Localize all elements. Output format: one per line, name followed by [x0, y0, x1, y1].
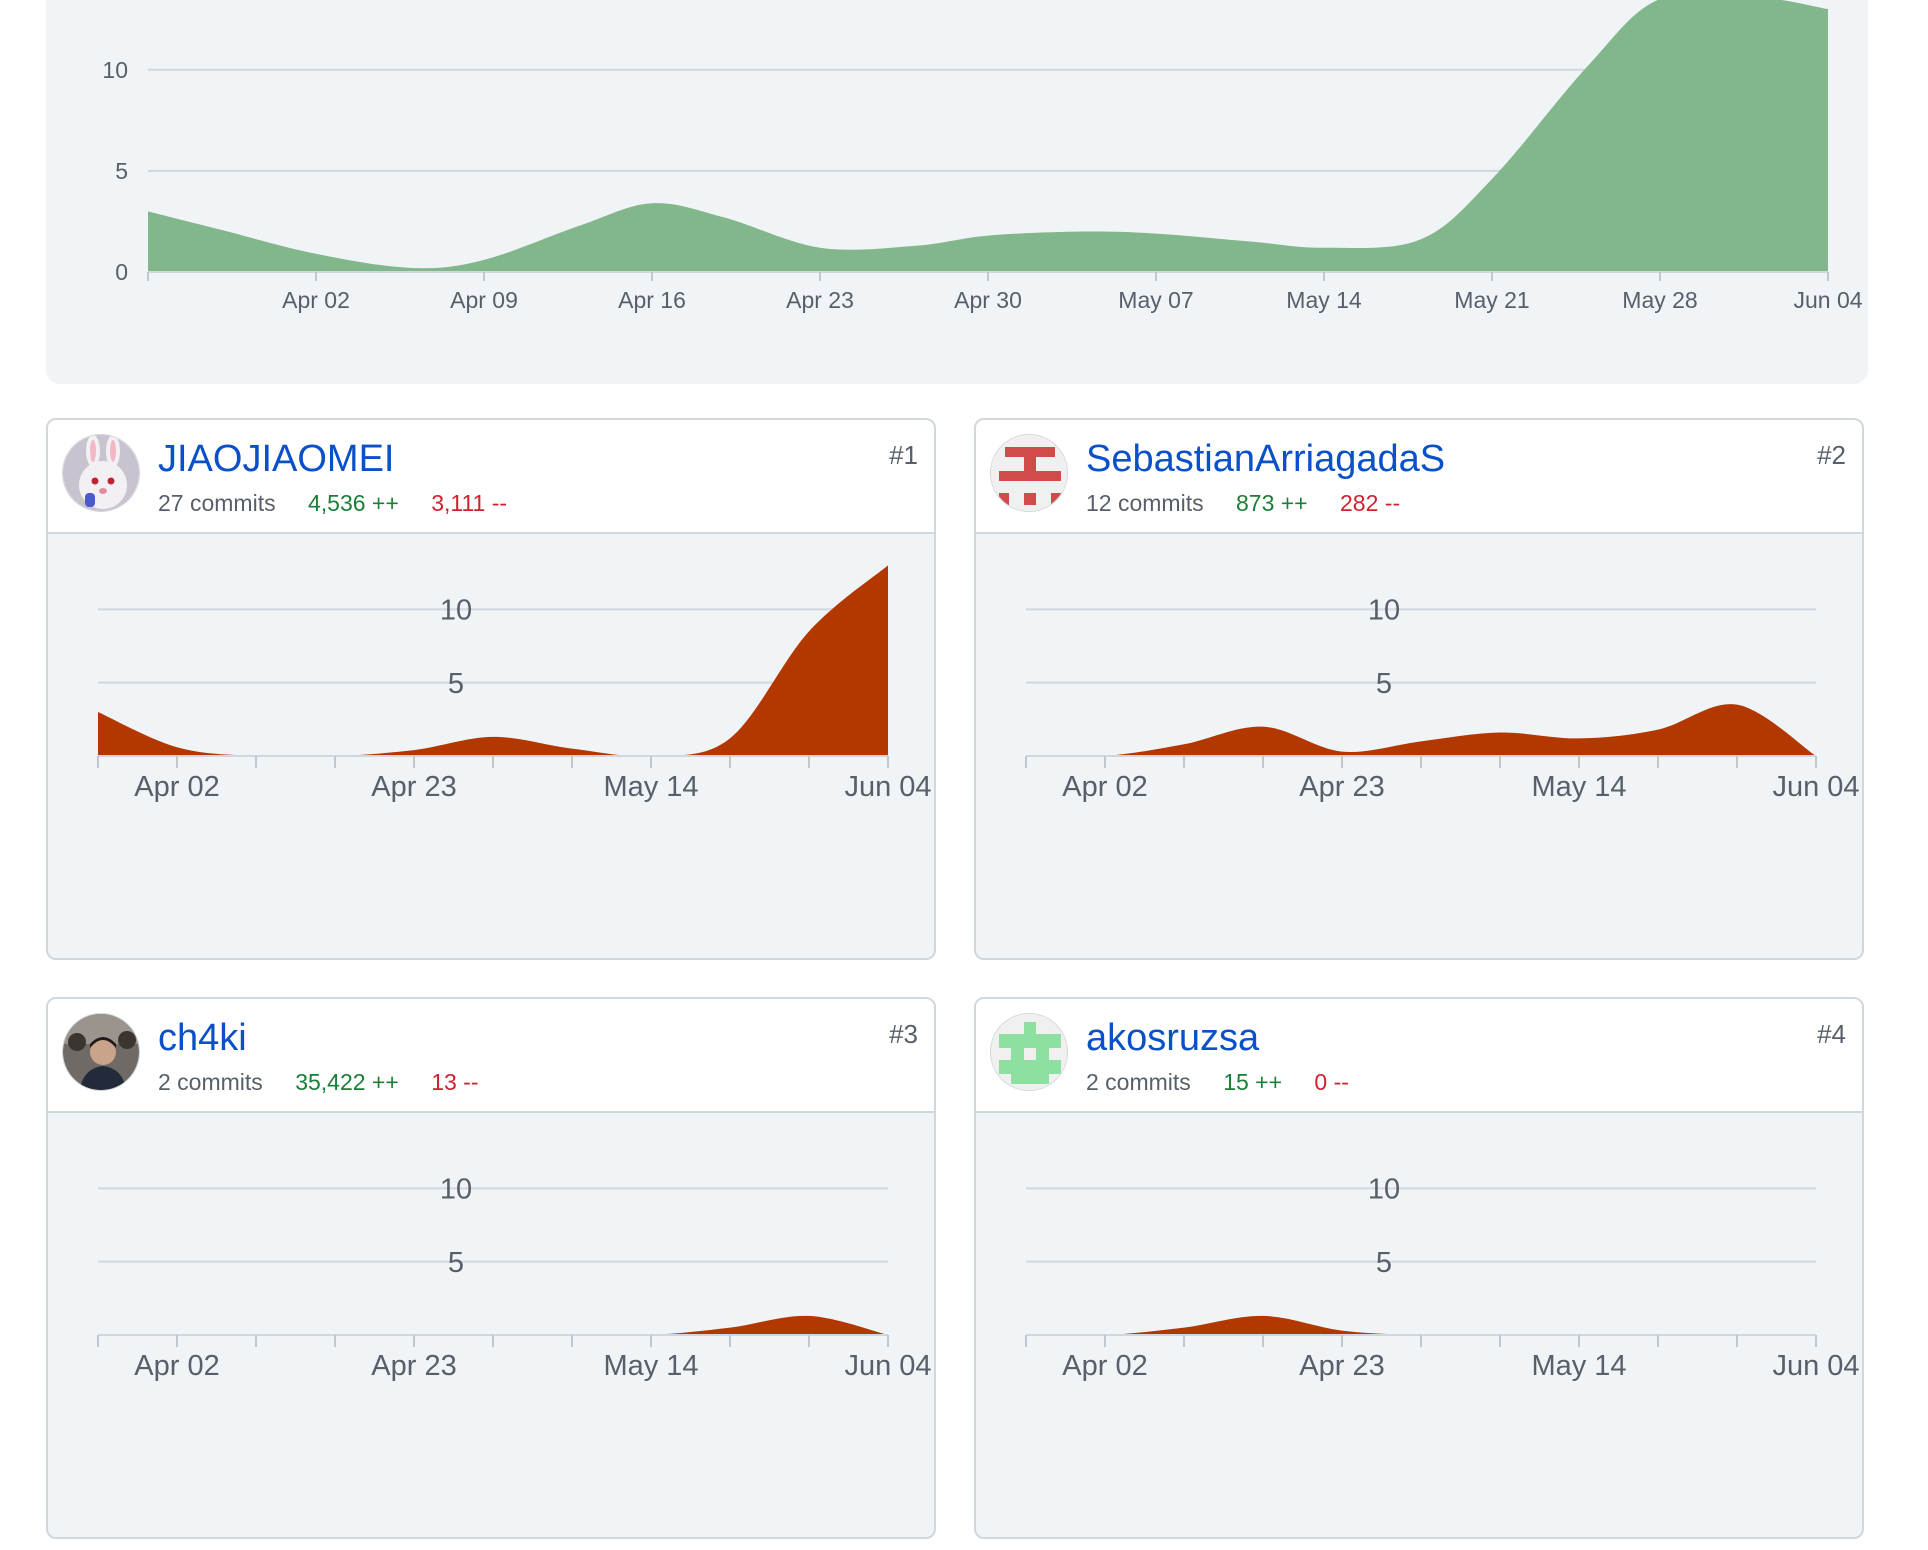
y-tick-label: 5	[448, 1247, 464, 1279]
deletions-count: 282 --	[1340, 490, 1401, 516]
x-tick-label: May 14	[1286, 287, 1362, 313]
photo-avatar-icon[interactable]	[62, 1013, 140, 1091]
x-tick-label: Apr 16	[618, 287, 686, 313]
y-tick-label: 5	[1376, 1247, 1392, 1279]
x-tick-label: Apr 02	[1062, 1350, 1147, 1382]
contributor-commit-area	[1026, 704, 1816, 757]
contributor-rank: #2	[1817, 440, 1846, 470]
x-tick-label: May 14	[603, 771, 698, 803]
contributor-card: akosruzsa 2 commits 15 ++ 0 -- #4 5 10 Apr…	[974, 997, 1864, 1539]
contributor-username-link[interactable]: SebastianArriagadaS	[1086, 438, 1445, 481]
additions-count: 873 ++	[1235, 490, 1308, 516]
x-tick-label: May 28	[1622, 287, 1697, 313]
additions-count: 15 ++	[1223, 1069, 1283, 1095]
rabbit-avatar-icon[interactable]	[62, 434, 140, 512]
contributor-rank: #4	[1817, 1019, 1846, 1049]
contributor-card-header: akosruzsa 2 commits 15 ++ 0 -- #4	[976, 999, 1862, 1113]
x-tick-label: Apr 02	[1062, 771, 1147, 803]
contributor-activity-chart: 5 10 Apr 02 Apr 23 May 14 Jun 04	[1025, 594, 1860, 803]
contributor-stats: 2 commits 35,422 ++ 13 --	[158, 1069, 504, 1096]
x-tick-label: May 07	[1118, 287, 1193, 313]
x-tick-label: Apr 23	[1299, 771, 1384, 803]
y-tick-label: 5	[448, 668, 464, 700]
contributor-activity-chart: 5 10 Apr 02 Apr 23 May 14 Jun 04	[97, 1173, 932, 1382]
y-tick-label: 10	[1368, 1173, 1400, 1205]
commit-count[interactable]: 12 commits	[1086, 490, 1204, 516]
green-identicon-avatar-icon[interactable]	[990, 1013, 1068, 1091]
x-tick-label: Jun 04	[1772, 771, 1859, 803]
contributor-commit-area	[98, 1315, 888, 1336]
x-tick-label: May 21	[1454, 287, 1529, 313]
y-tick-label: 10	[440, 1173, 472, 1205]
deletions-count: 3,111 --	[431, 490, 508, 516]
x-tick-label: May 14	[603, 1350, 698, 1382]
x-tick-label: Jun 04	[844, 771, 931, 803]
contributor-commit-area	[1026, 1315, 1816, 1336]
contributor-activity-chart: 5 10 Apr 02 Apr 23 May 14 Jun 04	[1025, 1173, 1860, 1382]
contributor-stats: 2 commits 15 ++ 0 --	[1086, 1069, 1375, 1096]
y-tick-label: 5	[1376, 668, 1392, 700]
contributor-card-header: JIAOJIAOMEI 27 commits 4,536 ++ 3,111 --…	[48, 420, 934, 534]
x-tick-label: Jun 04	[844, 1350, 931, 1382]
additions-count: 35,422 ++	[295, 1069, 399, 1095]
y-tick-label: 5	[115, 158, 128, 184]
y-tick-label: 10	[440, 594, 472, 626]
x-tick-label: Jun 04	[1793, 287, 1862, 313]
contributor-card: ch4ki 2 commits 35,422 ++ 13 -- #3 5 10 Ap…	[46, 997, 936, 1539]
x-tick-label: Apr 23	[371, 1350, 456, 1382]
deletions-count: 0 --	[1314, 1069, 1349, 1095]
contributor-username-link[interactable]: ch4ki	[158, 1017, 247, 1060]
contributor-stats: 12 commits 873 ++ 282 --	[1086, 490, 1426, 517]
x-tick-label: Apr 30	[954, 287, 1022, 313]
x-tick-label: May 14	[1531, 1350, 1626, 1382]
contributor-stats: 27 commits 4,536 ++ 3,111 --	[158, 490, 533, 517]
commit-count[interactable]: 2 commits	[1086, 1069, 1191, 1095]
commit-count[interactable]: 27 commits	[158, 490, 276, 516]
x-tick-label: Jun 04	[1772, 1350, 1859, 1382]
contributor-card: SebastianArriagadaS 12 commits 873 ++ 28…	[974, 418, 1864, 960]
contributor-commit-area	[98, 565, 888, 757]
y-tick-label: 10	[102, 57, 128, 83]
deletions-count: 13 --	[431, 1069, 479, 1095]
y-tick-label: 0	[115, 259, 128, 285]
x-tick-label: Apr 23	[1299, 1350, 1384, 1382]
red-identicon-avatar-icon[interactable]	[990, 434, 1068, 512]
additions-count: 4,536 ++	[307, 490, 399, 516]
contributor-card-header: ch4ki 2 commits 35,422 ++ 13 -- #3	[48, 999, 934, 1113]
contributor-card: JIAOJIAOMEI 27 commits 4,536 ++ 3,111 --…	[46, 418, 936, 960]
contributor-rank: #3	[889, 1019, 918, 1049]
overview-chart: 0 5 10 Apr 02 Apr 09 Apr 16 Apr 23 Apr 30 May 07…	[102, 0, 1863, 313]
x-tick-label: Apr 02	[134, 771, 219, 803]
x-tick-label: Apr 23	[786, 287, 854, 313]
x-tick-label: Apr 23	[371, 771, 456, 803]
contributor-username-link[interactable]: JIAOJIAOMEI	[158, 438, 394, 481]
x-tick-label: Apr 02	[282, 287, 350, 313]
contributor-username-link[interactable]: akosruzsa	[1086, 1017, 1259, 1060]
overview-commit-area	[148, 0, 1828, 272]
contributor-activity-chart: 5 10 Apr 02 Apr 23 May 14 Jun 04	[97, 565, 932, 803]
contributor-rank: #1	[889, 440, 918, 470]
x-tick-label: Apr 02	[134, 1350, 219, 1382]
contributor-card-header: SebastianArriagadaS 12 commits 873 ++ 28…	[976, 420, 1862, 534]
y-tick-label: 10	[1368, 594, 1400, 626]
overview-chart-panel: 0 5 10 Apr 02 Apr 09 Apr 16 Apr 23 Apr 30 May 07…	[46, 0, 1868, 384]
x-tick-label: May 14	[1531, 771, 1626, 803]
commit-count[interactable]: 2 commits	[158, 1069, 263, 1095]
x-tick-label: Apr 09	[450, 287, 518, 313]
